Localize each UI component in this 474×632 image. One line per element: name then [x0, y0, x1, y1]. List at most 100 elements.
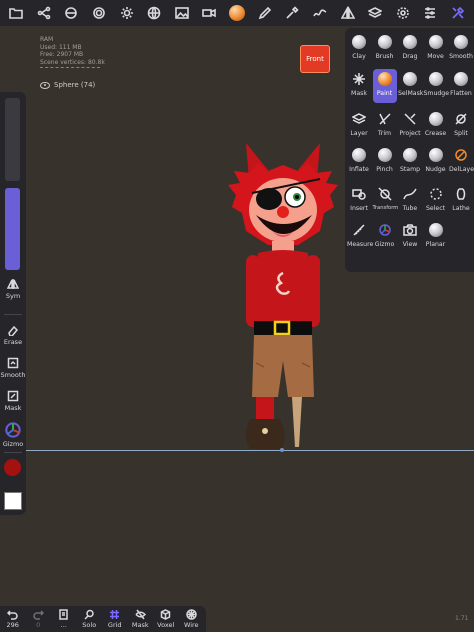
crease-icon [428, 111, 444, 127]
tool-mask[interactable]: Mask [347, 69, 371, 103]
tool-brush[interactable]: Brush [373, 32, 397, 66]
tool-smooth[interactable]: Smooth [449, 32, 473, 66]
tool-label: Layer [350, 130, 368, 137]
tool-label: Transform [372, 205, 399, 211]
scene-graph-icon[interactable] [34, 3, 54, 23]
brush-icon [377, 34, 393, 50]
symmetry-button[interactable]: Sym [0, 278, 26, 300]
material-ball-icon[interactable] [227, 3, 247, 23]
image-icon[interactable] [172, 3, 192, 23]
tool-label: Trim [377, 130, 392, 137]
tool-tube[interactable]: Tube [398, 184, 422, 218]
secondary-color-swatch[interactable] [4, 492, 22, 510]
tool-planar[interactable]: Planar [424, 220, 448, 254]
mask-label: Mask [4, 404, 22, 412]
history-menu-button[interactable]: ... [51, 609, 77, 629]
mask-visibility-label: Mask [131, 621, 149, 629]
erase-button[interactable]: Erase [0, 324, 26, 346]
gizmo-button[interactable]: Gizmo [0, 422, 26, 448]
tool-insert[interactable]: Insert [347, 184, 371, 218]
smooth-button[interactable]: Smooth [0, 357, 26, 379]
stamp-icon [402, 147, 418, 163]
tools-icon[interactable] [448, 3, 468, 23]
stroke-icon[interactable] [310, 3, 330, 23]
postprocess-icon[interactable] [89, 3, 109, 23]
tool-transform[interactable]: Transform [372, 184, 399, 218]
folder-icon[interactable] [6, 3, 26, 23]
view-cube[interactable]: Front [300, 45, 330, 73]
tool-label: Insert [350, 205, 368, 212]
symmetry-icon[interactable] [338, 3, 358, 23]
tool-smudge[interactable]: Smudge [424, 69, 449, 103]
solo-button[interactable]: Solo [77, 609, 103, 629]
project-icon [402, 111, 418, 127]
radius-slider[interactable] [5, 188, 20, 270]
ram-label: RAM [40, 36, 54, 43]
smudge-icon [428, 71, 444, 87]
tool-nudge[interactable]: Nudge [424, 145, 448, 179]
selected-object[interactable]: Sphere (74) [40, 81, 95, 89]
tool-paint[interactable]: Paint [372, 69, 397, 103]
intensity-slider[interactable] [5, 98, 20, 181]
search-icon [84, 609, 94, 620]
tool-flatten[interactable]: Flatten [449, 69, 473, 103]
tool-clay[interactable]: Clay [347, 32, 371, 66]
mask-visibility-button[interactable]: Mask [128, 609, 154, 629]
version-label: 1.71 [455, 615, 469, 622]
gear-icon[interactable] [393, 3, 413, 23]
tool-measure[interactable]: Measure [347, 220, 373, 254]
sliders-icon[interactable] [420, 3, 440, 23]
trim-icon [377, 111, 393, 127]
tool-select[interactable]: Select [424, 184, 448, 218]
tool-label: Mask [351, 90, 367, 97]
shading-icon[interactable] [61, 3, 81, 23]
tool-drag[interactable]: Drag [398, 32, 422, 66]
inflate-icon [351, 147, 367, 163]
tool-inflate[interactable]: Inflate [347, 145, 371, 179]
tool-selmask[interactable]: SelMask [398, 69, 423, 103]
pivot-point[interactable] [280, 448, 284, 452]
eye-icon[interactable] [40, 81, 50, 89]
solo-label: Solo [82, 621, 97, 629]
tool-move[interactable]: Move [424, 32, 448, 66]
tool-split[interactable]: Split [449, 109, 473, 143]
redo-count: 0 [36, 621, 41, 629]
selmask-icon [402, 71, 418, 87]
tool-pinch[interactable]: Pinch [373, 145, 397, 179]
layers-icon[interactable] [365, 3, 385, 23]
redo-button[interactable]: 0 [26, 609, 52, 629]
flatten-icon [453, 71, 469, 87]
fox-character-model [228, 143, 338, 449]
pen-icon[interactable] [255, 3, 275, 23]
ram-used: Used: 111 MB [40, 43, 82, 51]
erase-label: Erase [3, 338, 23, 346]
gizmo-label: Gizmo [2, 440, 24, 448]
main-color-swatch[interactable] [4, 459, 21, 476]
undo-button[interactable]: 296 [0, 609, 26, 629]
picker-icon[interactable] [282, 3, 302, 23]
sun-icon[interactable] [117, 3, 137, 23]
environment-icon[interactable] [144, 3, 164, 23]
mask-button[interactable]: Mask [0, 390, 26, 412]
tool-crease[interactable]: Crease [424, 109, 448, 143]
video-icon[interactable] [199, 3, 219, 23]
voxel-button[interactable]: Voxel [153, 609, 179, 629]
tool-stamp[interactable]: Stamp [398, 145, 422, 179]
document-icon [59, 609, 68, 620]
symmetry-label: Sym [5, 292, 21, 300]
tool-gizmo[interactable]: Gizmo [373, 220, 397, 254]
tool-label: Planar [425, 241, 446, 248]
tool-lathe[interactable]: Lathe [449, 184, 473, 218]
tube-icon [402, 186, 418, 202]
tool-project[interactable]: Project [398, 109, 422, 143]
tool-view[interactable]: View [398, 220, 422, 254]
history-menu-label: ... [60, 621, 67, 629]
radius-slider-fill [5, 188, 20, 270]
tool-label: Crease [424, 130, 447, 137]
tool-layer[interactable]: Layer [347, 109, 371, 143]
tool-trim[interactable]: Trim [373, 109, 397, 143]
tool-dellayer[interactable]: DelLayer [449, 145, 474, 179]
left-divider [4, 314, 22, 315]
grid-button[interactable]: Grid [102, 609, 128, 629]
wireframe-button[interactable]: Wire [179, 609, 205, 629]
